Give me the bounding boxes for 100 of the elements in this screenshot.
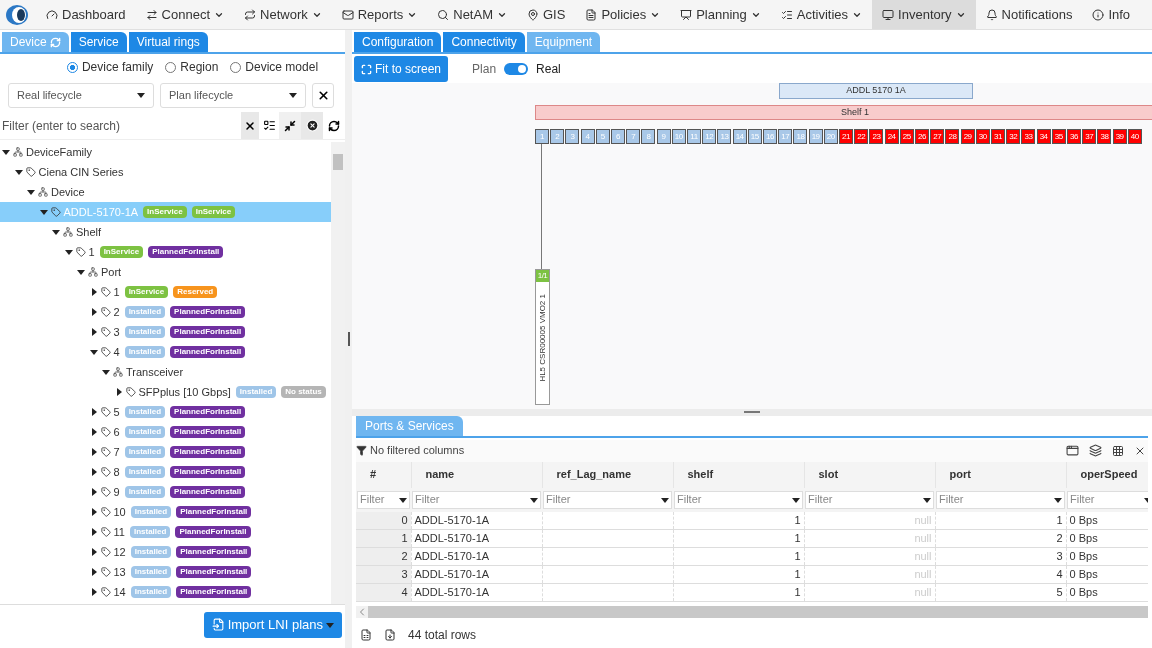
tab[interactable]: Ports & Services bbox=[356, 415, 463, 436]
expand-caret-icon[interactable] bbox=[89, 548, 98, 556]
nav-item[interactable]: Inventory bbox=[872, 0, 976, 29]
caret-icon[interactable] bbox=[530, 495, 538, 504]
tree-row[interactable]: Transceiver bbox=[0, 362, 331, 382]
tree-row[interactable]: Port bbox=[0, 262, 331, 282]
tab[interactable]: Device bbox=[2, 32, 69, 52]
column-filter-field[interactable]: Filter bbox=[1067, 490, 1148, 509]
expand-caret-icon[interactable] bbox=[89, 588, 98, 596]
tree-row[interactable]: 7 Installed PlannedForInstall bbox=[0, 442, 331, 462]
device-box[interactable]: ADDL 5170 1A bbox=[779, 83, 973, 99]
port-square[interactable]: 38 bbox=[1097, 129, 1112, 144]
clear-filter-button[interactable] bbox=[241, 112, 259, 139]
tree-row[interactable]: SFPplus [10 Gbps] Installed No status bbox=[0, 382, 331, 402]
caret-icon[interactable] bbox=[289, 91, 297, 99]
collapse-button[interactable] bbox=[279, 112, 301, 139]
tree-row[interactable]: 4 Installed PlannedForInstall bbox=[0, 342, 331, 362]
tree-row[interactable]: 5 Installed PlannedForInstall bbox=[0, 402, 331, 422]
column-filter-field[interactable]: Filter bbox=[805, 490, 934, 509]
column-filter-field[interactable]: Filter bbox=[936, 490, 1065, 509]
collapse-caret-icon[interactable] bbox=[39, 208, 48, 216]
import-button[interactable]: Import LNI plans bbox=[203, 611, 342, 638]
port-square[interactable]: 21 bbox=[839, 129, 853, 144]
expand-caret-icon[interactable] bbox=[89, 448, 98, 456]
tree-row[interactable]: Shelf bbox=[0, 222, 331, 242]
expand-caret-icon[interactable] bbox=[89, 288, 98, 296]
port-square[interactable]: 36 bbox=[1067, 129, 1081, 144]
caret-icon[interactable] bbox=[792, 495, 800, 504]
nav-item[interactable]: Info bbox=[1082, 0, 1141, 29]
collapse-caret-icon[interactable] bbox=[102, 368, 110, 376]
radio-option[interactable]: Device model bbox=[230, 58, 319, 76]
nav-item[interactable]: GIS bbox=[517, 0, 576, 29]
expand-caret-icon[interactable] bbox=[89, 308, 98, 316]
collapse-caret-icon[interactable] bbox=[27, 188, 35, 196]
nav-item[interactable]: Connect bbox=[135, 0, 235, 29]
column-header[interactable]: # bbox=[356, 461, 411, 488]
tree-row[interactable]: 12 Installed PlannedForInstall bbox=[0, 542, 331, 562]
collapse-caret-icon[interactable] bbox=[77, 268, 85, 276]
tree-row[interactable]: ADDL-5170-1A InService InService bbox=[0, 202, 331, 222]
tree-row[interactable]: 9 Installed PlannedForInstall bbox=[0, 482, 331, 502]
column-filter-field[interactable]: Filter bbox=[543, 490, 672, 509]
excel-export-icon[interactable] bbox=[360, 629, 372, 641]
radio-option[interactable]: Region bbox=[165, 58, 219, 76]
port-square[interactable]: 33 bbox=[1021, 129, 1036, 144]
nav-item[interactable]: Planning bbox=[670, 0, 771, 29]
nav-item[interactable]: Activities bbox=[770, 0, 873, 29]
port-square[interactable]: 32 bbox=[1006, 129, 1021, 144]
nav-item[interactable]: Network bbox=[234, 0, 332, 29]
nav-item[interactable]: Dashboard bbox=[36, 0, 136, 29]
tab[interactable]: Configuration bbox=[354, 32, 442, 52]
collapse-caret-icon[interactable] bbox=[64, 248, 73, 256]
tree-row[interactable]: 13 Installed PlannedForInstall bbox=[0, 562, 331, 582]
filter-field[interactable]: Filter (enter to search) bbox=[0, 112, 241, 139]
tree-row[interactable]: 14 Installed PlannedForInstall bbox=[0, 582, 331, 602]
tab[interactable]: Service bbox=[70, 32, 127, 52]
column-header[interactable]: port bbox=[935, 461, 1066, 488]
caret-icon[interactable] bbox=[1054, 495, 1062, 504]
port-square[interactable]: 39 bbox=[1112, 129, 1127, 144]
tree-row[interactable]: 2 Installed PlannedForInstall bbox=[0, 302, 331, 322]
tree-row[interactable]: 10 Installed PlannedForInstall bbox=[0, 502, 331, 522]
tree-row[interactable]: 11 Installed PlannedForInstall bbox=[0, 522, 331, 542]
clear-all-button[interactable] bbox=[301, 112, 323, 139]
port-square[interactable]: 26 bbox=[915, 129, 929, 144]
column-filter-field[interactable]: Filter bbox=[357, 490, 410, 509]
port-square[interactable]: 31 bbox=[991, 129, 1005, 144]
expand-caret-icon[interactable] bbox=[89, 508, 98, 516]
expand-caret-icon[interactable] bbox=[89, 488, 98, 496]
tree-row[interactable]: 3 Installed PlannedForInstall bbox=[0, 322, 331, 342]
tab[interactable]: Equipment bbox=[526, 32, 601, 52]
expand-caret-icon[interactable] bbox=[89, 468, 98, 476]
nav-item[interactable]: Notifications bbox=[975, 0, 1083, 29]
port-square[interactable]: 23 bbox=[869, 129, 884, 144]
nav-item[interactable]: Reports bbox=[331, 0, 428, 29]
port-square[interactable]: 27 bbox=[930, 129, 945, 144]
tree-row[interactable]: 1 InService PlannedForInstall bbox=[0, 242, 331, 262]
port-square[interactable]: 30 bbox=[975, 129, 990, 144]
collapse-caret-icon[interactable] bbox=[52, 228, 60, 236]
port-square[interactable]: 34 bbox=[1036, 129, 1051, 144]
port-square[interactable]: 25 bbox=[899, 129, 914, 144]
column-header[interactable]: ref_Lag_name bbox=[542, 461, 673, 488]
expand-caret-icon[interactable] bbox=[114, 388, 123, 396]
port-square[interactable]: 35 bbox=[1051, 129, 1066, 144]
tree-row[interactable]: Device bbox=[0, 182, 331, 202]
collapse-caret-icon[interactable] bbox=[14, 168, 23, 176]
collapse-caret-icon[interactable] bbox=[89, 348, 98, 356]
expand-caret-icon[interactable] bbox=[89, 528, 98, 536]
tab[interactable]: Virtual rings bbox=[128, 32, 208, 52]
nav-item[interactable]: Policies bbox=[575, 0, 671, 29]
caret-icon[interactable] bbox=[923, 495, 931, 504]
collapse-caret-icon[interactable] bbox=[2, 148, 10, 156]
caret-icon[interactable] bbox=[661, 495, 669, 504]
tree-row[interactable]: DeviceFamily bbox=[0, 142, 331, 162]
caret-icon[interactable] bbox=[399, 495, 407, 504]
port-square[interactable]: 40 bbox=[1127, 129, 1142, 144]
tab[interactable]: Connectivity bbox=[443, 32, 525, 52]
port-square[interactable]: 29 bbox=[960, 129, 975, 144]
port-square[interactable]: 22 bbox=[854, 129, 869, 144]
column-header[interactable]: slot bbox=[804, 461, 935, 488]
column-header[interactable]: shelf bbox=[673, 461, 804, 488]
lifecycle-select[interactable]: Plan lifecycle bbox=[160, 82, 306, 108]
